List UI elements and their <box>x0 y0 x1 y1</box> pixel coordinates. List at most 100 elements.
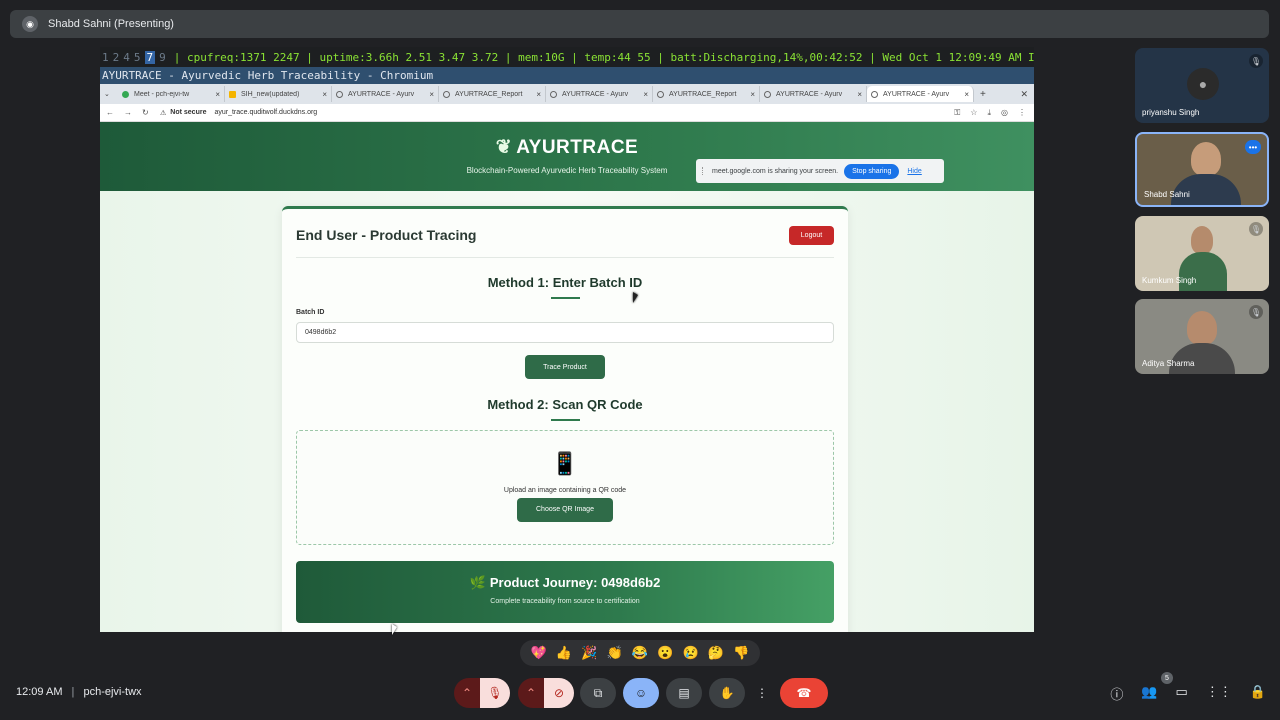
bookmark-star-icon[interactable]: ☆ <box>970 108 977 118</box>
presenter-bar: ◉ Shabd Sahni (Presenting) <box>10 10 1269 38</box>
surprised-reaction-icon[interactable]: 😮 <box>657 645 673 661</box>
people-icon[interactable]: 👥 <box>1141 684 1157 703</box>
workspace-4[interactable]: 4 <box>123 51 130 64</box>
drag-handle-icon[interactable] <box>702 167 706 175</box>
tab-ayurtrace-1[interactable]: AYURTRACE - Ayurv × <box>332 86 439 102</box>
participant-tile-2[interactable]: ••• Shabd Sahni <box>1135 132 1269 207</box>
hide-banner-button[interactable]: Hide <box>907 168 921 175</box>
batch-id-input[interactable]: 0498d6b2 <box>296 322 834 343</box>
party-reaction-icon[interactable]: 🎉 <box>581 645 597 661</box>
chat-icon[interactable]: ▭ <box>1176 684 1188 703</box>
people-count-badge: 5 <box>1161 672 1173 684</box>
tab-search-chevron-icon[interactable]: ⌄ <box>104 90 118 98</box>
thinking-reaction-icon[interactable]: 🤔 <box>708 645 724 661</box>
meeting-code: pch-ejvi-twx <box>83 686 142 698</box>
close-icon[interactable]: × <box>322 90 327 99</box>
shared-screen: 1 2 4 5 7 9 | cpufreq:1371 2247 | uptime… <box>100 47 1034 632</box>
menu-kebab-icon[interactable]: ⋮ <box>1018 108 1026 118</box>
close-icon[interactable]: × <box>643 90 648 99</box>
emoji-button[interactable]: ☺ <box>623 678 659 708</box>
globe-icon <box>871 90 878 98</box>
qr-upload-zone[interactable]: 📱 Upload an image containing a QR code C… <box>296 430 834 545</box>
tab-meet[interactable]: Meet - pch-ejvi-tw × <box>118 86 225 102</box>
choose-qr-button[interactable]: Choose QR Image <box>517 498 613 522</box>
present-screen-button[interactable]: ⧉ <box>580 678 616 708</box>
camera-off-button[interactable]: ⊘ <box>544 678 574 708</box>
back-icon[interactable]: ← <box>106 108 124 117</box>
laugh-reaction-icon[interactable]: 😂 <box>632 645 648 661</box>
info-icon[interactable]: ⓘ <box>1110 684 1123 703</box>
forward-icon[interactable]: → <box>124 108 142 117</box>
close-icon[interactable]: × <box>964 90 969 99</box>
host-controls-lock-icon[interactable]: 🔒 <box>1250 684 1266 703</box>
raise-hand-button[interactable]: ✋ <box>709 678 745 708</box>
method1-title: Method 1: Enter Batch ID <box>487 275 643 290</box>
sad-reaction-icon[interactable]: 😢 <box>683 645 699 661</box>
trace-product-button[interactable]: Trace Product <box>525 355 605 379</box>
close-icon[interactable]: × <box>536 90 541 99</box>
thumbs-down-reaction-icon[interactable]: 👎 <box>733 645 749 661</box>
leave-call-button[interactable]: ☎ <box>780 678 828 708</box>
profile-icon[interactable]: ◎ <box>1001 108 1008 118</box>
close-icon[interactable]: × <box>215 90 220 99</box>
batch-id-label: Batch ID <box>296 309 325 316</box>
participant-tile-1[interactable]: ● 🎙 priyanshu Singh <box>1135 48 1269 123</box>
upload-hint: Upload an image containing a QR code <box>503 487 627 494</box>
workspace-9[interactable]: 9 <box>159 51 166 64</box>
method2-title: Method 2: Scan QR Code <box>487 397 643 412</box>
method1-underline <box>551 297 580 299</box>
download-icon[interactable]: ⤓ <box>987 108 991 118</box>
tab-ayurtrace-3[interactable]: AYURTRACE - Ayurv × <box>760 86 867 102</box>
leave-control: ☎ <box>780 678 828 708</box>
warning-icon[interactable]: ⚠ <box>160 109 166 117</box>
participant-tile-3[interactable]: 🎙 Kumkum Singh <box>1135 216 1269 291</box>
clap-reaction-icon[interactable]: 👏 <box>607 645 623 661</box>
participant-tile-4[interactable]: 🎙 Aditya Sharma <box>1135 299 1269 374</box>
workspace-2[interactable]: 2 <box>113 51 120 64</box>
new-tab-icon[interactable]: + <box>980 89 986 100</box>
workspace-5[interactable]: 5 <box>134 51 141 64</box>
tab-ayurtrace-active[interactable]: AYURTRACE - Ayurv × <box>867 86 974 102</box>
captions-button[interactable]: ▤ <box>666 678 702 708</box>
workspace-7[interactable]: 7 <box>144 50 156 64</box>
raise-hand-control: ✋ <box>709 678 745 708</box>
security-label[interactable]: Not secure <box>170 109 206 116</box>
tracing-card: End User - Product Tracing Logout Method… <box>282 206 848 632</box>
logout-button[interactable]: Logout <box>789 226 834 245</box>
camera-control: ⌃ ⊘ <box>518 678 574 708</box>
more-options-icon[interactable]: ⋮ <box>752 678 772 708</box>
divider <box>296 257 834 258</box>
participant-name: priyanshu Singh <box>1142 108 1200 117</box>
reload-icon[interactable]: ↻ <box>142 108 160 117</box>
meeting-side-controls: ⓘ 👥 ▭ ⋮⋮ 🔒 <box>1110 684 1266 703</box>
camera-options-chevron-icon[interactable]: ⌃ <box>518 678 544 708</box>
thumbs-up-reaction-icon[interactable]: 👍 <box>556 645 572 661</box>
reactions-control: ☺ <box>623 678 659 708</box>
workspace-1[interactable]: 1 <box>102 51 109 64</box>
more-options-icon[interactable]: ••• <box>1245 140 1261 154</box>
stop-sharing-button[interactable]: Stop sharing <box>844 163 900 179</box>
page-title: End User - Product Tracing <box>296 227 477 243</box>
tab-report-2[interactable]: AYURTRACE_Report × <box>653 86 760 102</box>
tab-report-1[interactable]: AYURTRACE_Report × <box>439 86 546 102</box>
window-close-icon[interactable]: ✕ <box>1020 89 1028 100</box>
close-icon[interactable]: × <box>857 90 862 99</box>
present-control: ⧉ <box>580 678 616 708</box>
tab-ayurtrace-2[interactable]: AYURTRACE - Ayurv × <box>546 86 653 102</box>
url-field[interactable]: ayur_trace.quditwolf.duckdns.org <box>214 109 317 116</box>
activities-icon[interactable]: ⋮⋮ <box>1206 684 1232 703</box>
journey-title: 🌿 Product Journey: 0498d6b2 <box>469 575 661 590</box>
close-icon[interactable]: × <box>429 90 434 99</box>
window-title: AYURTRACE - Ayurvedic Herb Traceability … <box>100 67 1034 84</box>
mic-off-icon: 🎙 <box>1249 54 1263 68</box>
heart-reaction-icon[interactable]: 💖 <box>531 645 547 661</box>
address-bar: ← → ↻ ⚠ Not secure ayur_trace.quditwolf.… <box>100 104 1034 122</box>
tab-sih[interactable]: SIH_new(updated) × <box>225 86 332 102</box>
password-key-icon[interactable]: ⚿ <box>954 108 960 118</box>
clock-time: 12:09 AM <box>16 686 63 698</box>
participant-video-body <box>1179 252 1227 291</box>
close-icon[interactable]: × <box>750 90 755 99</box>
mic-options-chevron-icon[interactable]: ⌃ <box>454 678 480 708</box>
mic-off-button[interactable]: 🎙 <box>480 678 510 708</box>
separator: | <box>71 686 75 698</box>
